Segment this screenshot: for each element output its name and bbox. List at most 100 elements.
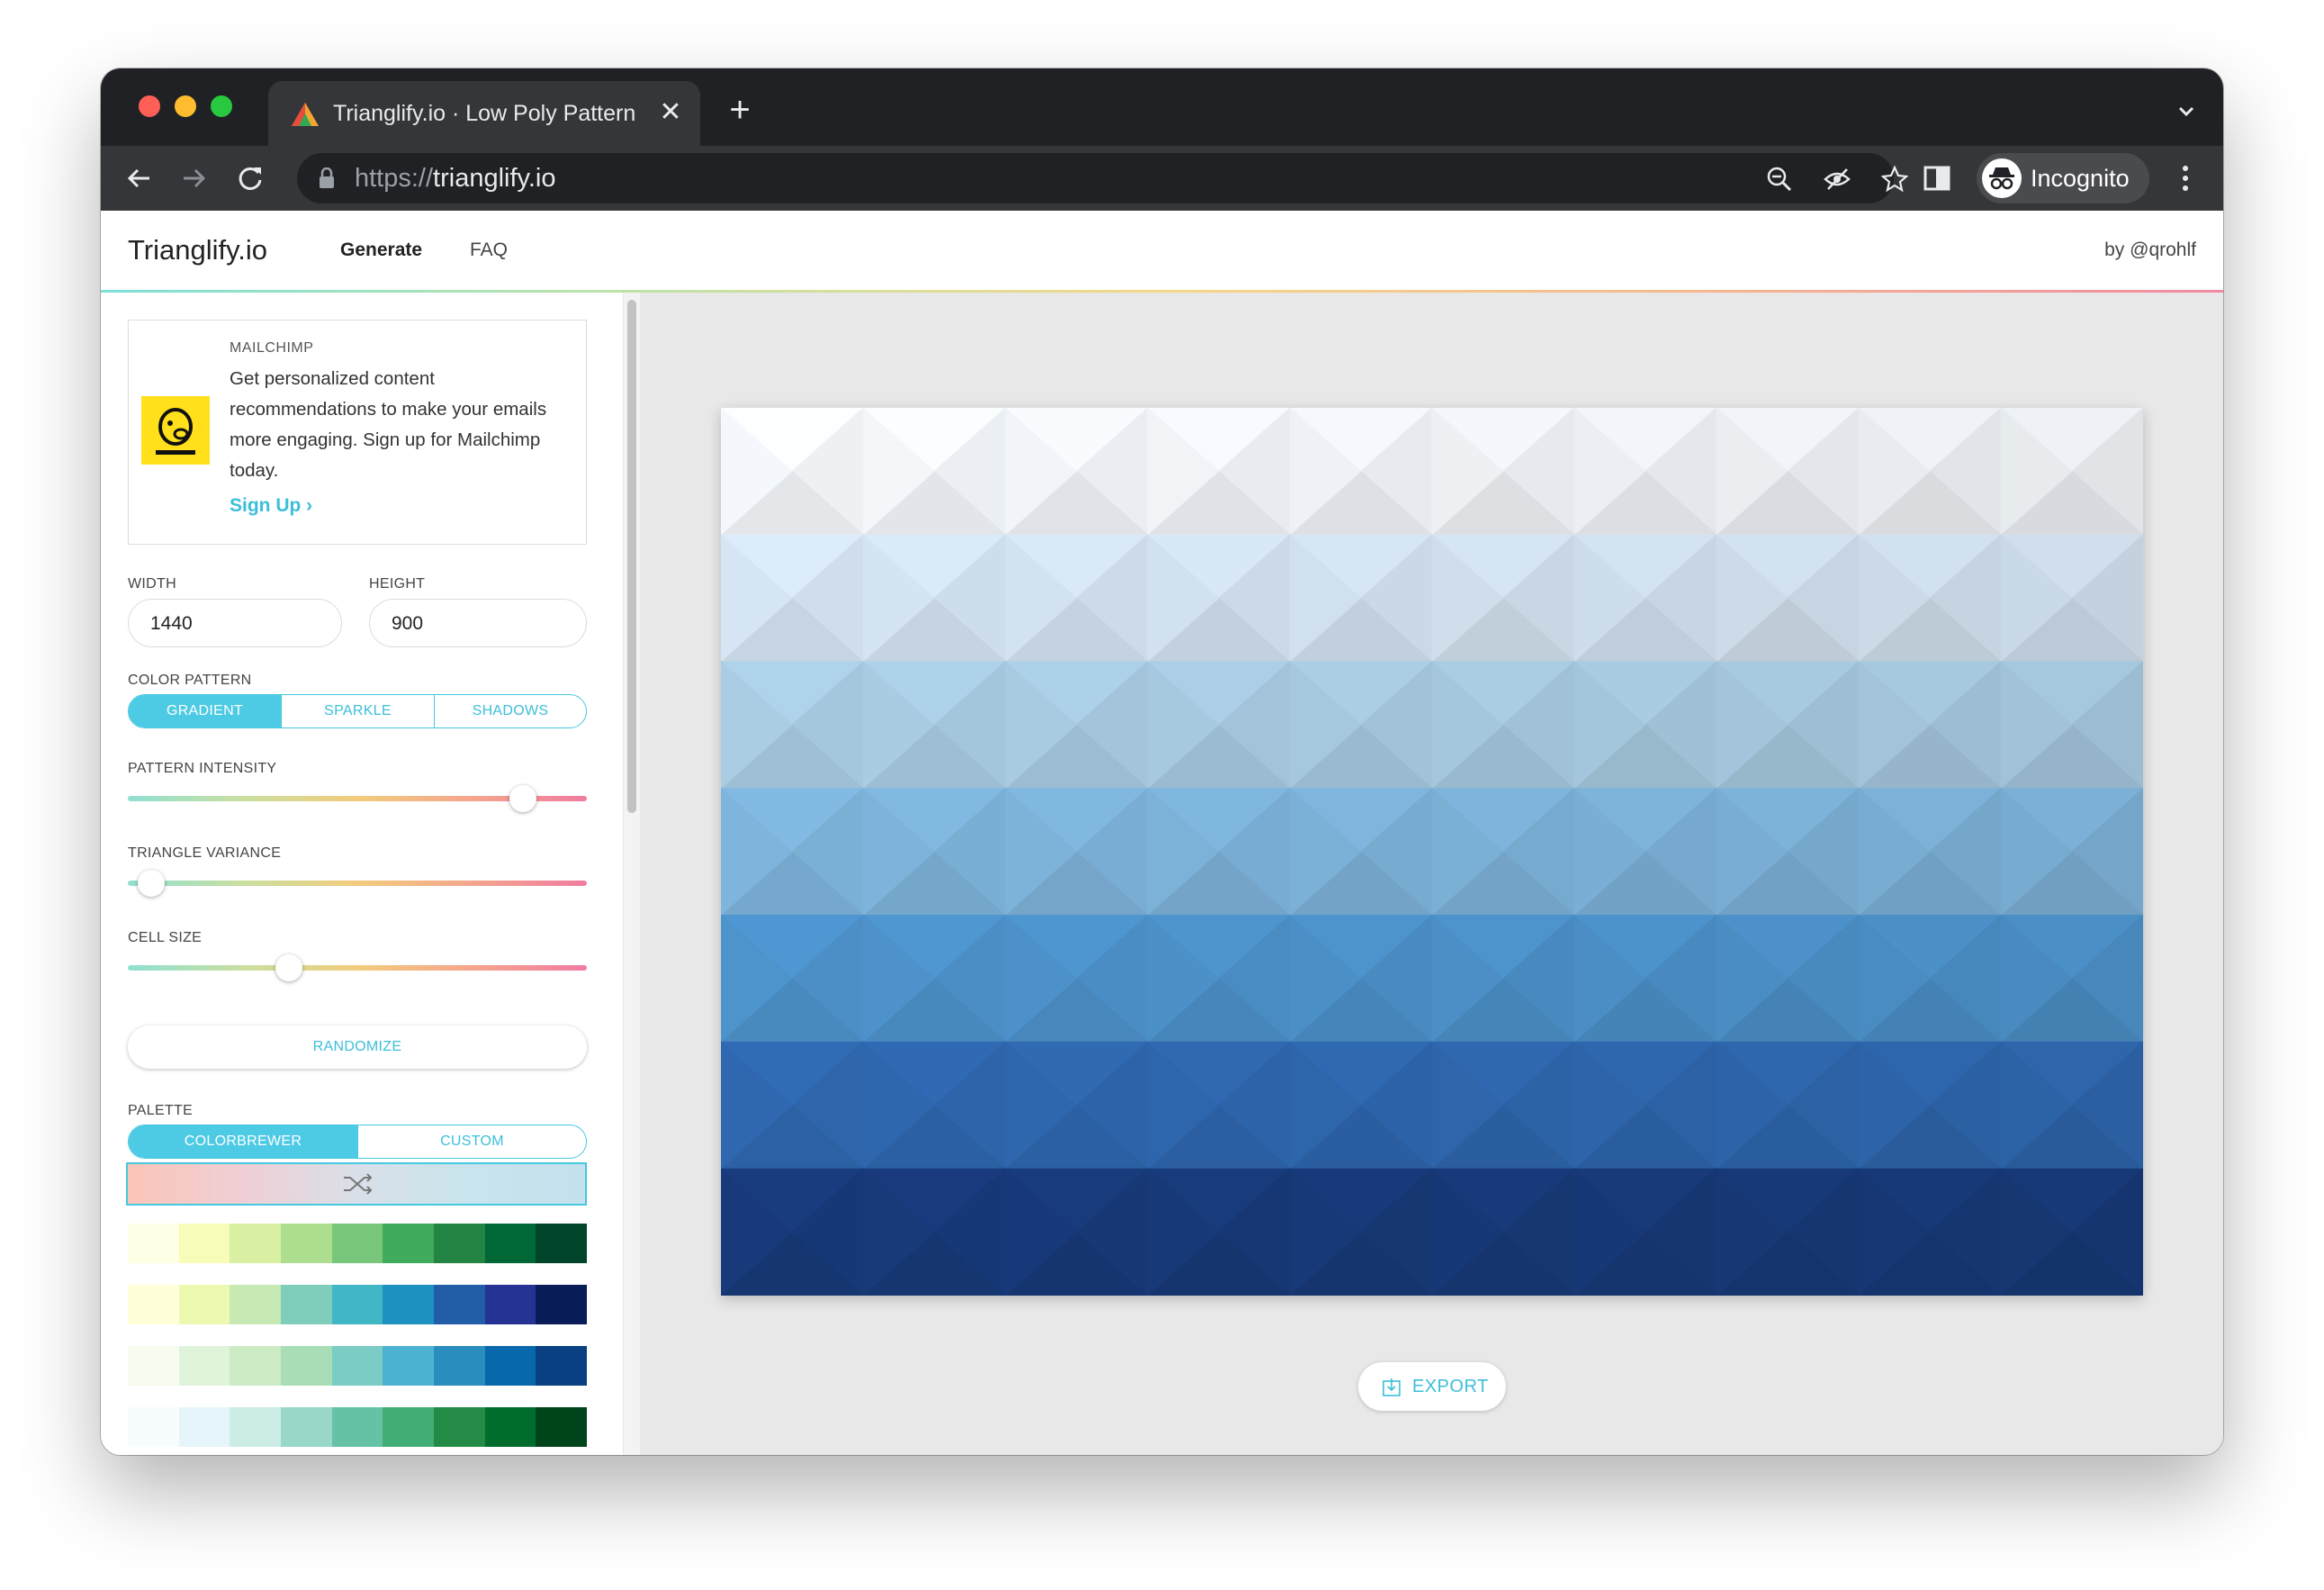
incognito-avatar [1982,158,2022,198]
pattern-intensity-slider[interactable] [128,785,587,812]
bookmark-star-icon[interactable] [1881,166,1908,193]
minimize-window-button[interactable] [175,95,196,117]
palette-option[interactable] [128,1285,588,1324]
close-window-button[interactable] [139,95,160,117]
tracking-blocked-eye-icon[interactable] [1824,166,1851,193]
profile-name: Incognito [2031,165,2130,192]
palette-color-swatch [536,1285,588,1324]
shuffle-icon [344,1173,373,1195]
height-input[interactable]: 900 [369,599,587,647]
palette-colorbrewer[interactable]: COLORBREWER [129,1125,357,1158]
palette-color-swatch [178,1224,230,1263]
maximize-window-button[interactable] [211,95,232,117]
palette-color-swatch [230,1224,282,1263]
lock-icon[interactable] [319,167,335,189]
palette-color-swatch [128,1224,179,1263]
palette-color-swatch [178,1346,230,1386]
palette-color-swatch [383,1285,435,1324]
palette-color-swatch [281,1346,332,1386]
color-pattern-shadows[interactable]: SHADOWS [435,695,586,727]
randomize-button[interactable]: RANDOMIZE [128,1025,587,1069]
site-brand[interactable]: Trianglify.io [128,232,267,268]
palette-option[interactable] [128,1407,588,1447]
palette-color-swatch [281,1224,332,1263]
color-pattern-gradient[interactable]: GRADIENT [129,695,281,727]
triangle-variance-label: TRIANGLE VARIANCE [128,845,282,861]
mailchimp-monkey-icon [156,408,195,455]
palette-color-swatch [128,1407,179,1447]
incognito-profile-button[interactable]: Incognito [1977,153,2149,203]
pattern-intensity-thumb[interactable] [509,785,536,812]
palette-color-swatch [281,1285,332,1324]
palette-color-swatch [331,1407,383,1447]
palette-color-swatch [128,1285,179,1324]
close-tab-icon[interactable]: ✕ [655,97,686,128]
palette-color-swatch [536,1224,588,1263]
palette-color-swatch [281,1407,332,1447]
palette-label: PALETTE [128,1103,194,1118]
preview-area: EXPORT [640,293,2223,1455]
browser-window: Trianglify.io · Low Poly Pattern ✕ + htt… [101,68,2223,1455]
ad-card[interactable]: MAILCHIMP Get personalized content recom… [128,320,587,545]
palette-color-swatch [128,1346,179,1386]
sidebar-scroll-thumb[interactable] [627,300,636,813]
palette-color-swatch [331,1346,383,1386]
palette-color-swatch [331,1285,383,1324]
cell-size-thumb[interactable] [275,954,302,981]
zoom-icon[interactable] [1766,166,1793,193]
settings-sidebar: MAILCHIMP Get personalized content recom… [101,293,640,1455]
nav-generate[interactable]: Generate [340,238,422,263]
palette-color-swatch [383,1346,435,1386]
palette-custom[interactable]: CUSTOM [358,1125,586,1158]
tab-strip: Trianglify.io · Low Poly Pattern ✕ + [101,68,2223,146]
palette-color-swatch [434,1285,485,1324]
palette-color-swatch [383,1224,435,1263]
palette-option[interactable] [128,1346,588,1386]
browser-menu-icon[interactable] [2180,164,2191,193]
mailchimp-logo [141,396,210,465]
width-input[interactable]: 1440 [128,599,342,647]
palette-color-swatch [178,1407,230,1447]
palette-toggle: COLORBREWER CUSTOM [128,1125,587,1159]
address-bar[interactable]: https://trianglify.io [297,153,1908,203]
tab-title: Trianglify.io · Low Poly Pattern [333,101,636,126]
palette-color-swatch [484,1346,536,1386]
palette-color-swatch [178,1285,230,1324]
palette-color-swatch [484,1285,536,1324]
forward-arrow-icon[interactable] [178,162,211,194]
browser-tab[interactable]: Trianglify.io · Low Poly Pattern ✕ [268,81,700,146]
random-palette-swatch[interactable] [126,1162,587,1206]
nav-faq[interactable]: FAQ [470,238,508,263]
reload-icon[interactable] [234,162,266,194]
triangle-variance-thumb[interactable] [137,870,165,897]
ad-signup-link[interactable]: Sign Up › [230,495,312,517]
color-pattern-sparkle[interactable]: SPARKLE [282,695,434,727]
cell-size-label: CELL SIZE [128,930,203,945]
palette-option[interactable] [128,1224,588,1263]
palette-color-swatch [536,1346,588,1386]
site-header: Trianglify.io Generate FAQ by @qrohlf [101,211,2223,292]
url-text[interactable]: https://trianglify.io [355,164,556,193]
triangle-variance-slider[interactable] [128,870,587,897]
new-tab-button[interactable]: + [722,92,758,130]
sidebar-scrollbar[interactable] [623,293,640,1455]
palette-color-swatch [484,1407,536,1447]
palette-color-swatch [536,1407,588,1447]
palette-color-swatch [230,1407,282,1447]
palette-color-swatch [434,1346,485,1386]
export-label: EXPORT [1412,1377,1489,1396]
export-button[interactable]: EXPORT [1358,1362,1506,1411]
side-panel-icon[interactable] [1923,164,1951,193]
palette-color-swatch [331,1224,383,1263]
palette-color-swatch [434,1407,485,1447]
tab-search-chevron-icon[interactable] [2173,101,2200,122]
author-byline[interactable]: by @qrohlf [2104,238,2196,263]
palette-color-swatch [230,1346,282,1386]
cell-size-slider[interactable] [128,954,587,981]
download-icon [1383,1378,1401,1396]
back-arrow-icon[interactable] [122,162,155,194]
trianglify-favicon-icon [292,103,319,126]
pattern-preview [721,408,2143,1296]
width-label: WIDTH [128,576,176,592]
ad-source: MAILCHIMP [230,340,314,356]
